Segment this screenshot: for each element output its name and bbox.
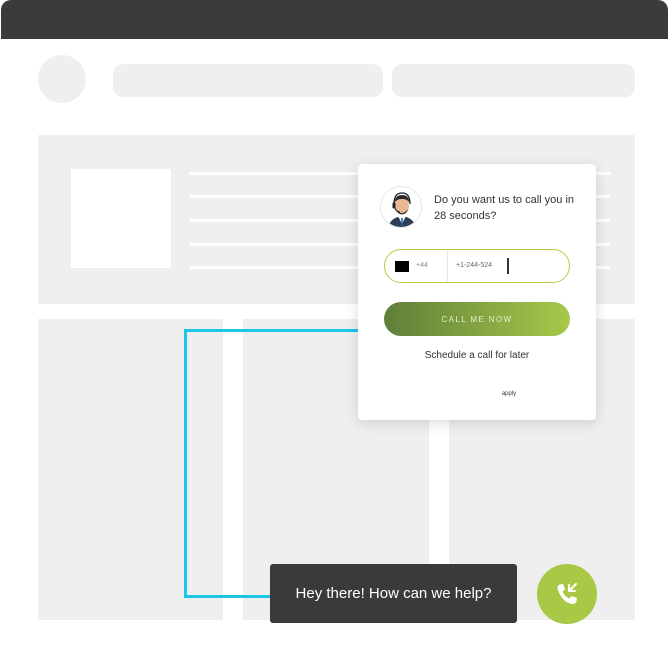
- phone-number-input[interactable]: +1-244-524: [456, 262, 492, 269]
- image-placeholder: [71, 169, 171, 268]
- apply-footer-text: apply: [501, 391, 517, 397]
- callback-question: Do you want us to call you in 28 seconds…: [434, 194, 575, 222]
- browser-mockup: Do you want us to call you in 28 seconds…: [0, 0, 669, 657]
- browser-title-bar: [1, 0, 668, 39]
- connector-line: [184, 329, 364, 598]
- search-placeholder-bar: [392, 64, 635, 97]
- chat-greeting-text: Hey there! How can we help?: [295, 585, 492, 602]
- country-code[interactable]: +44: [416, 262, 428, 269]
- call-me-now-button[interactable]: CALL ME NOW: [384, 302, 570, 336]
- phone-call-icon: [557, 583, 577, 604]
- avatar-placeholder: [38, 55, 86, 103]
- call-widget-button[interactable]: [537, 564, 597, 624]
- flag-icon[interactable]: [395, 261, 409, 272]
- text-cursor: [507, 258, 509, 274]
- header-placeholder-bar: [113, 64, 383, 97]
- phone-number-field[interactable]: +44 +1-244-524: [384, 249, 570, 283]
- callback-popup: Do you want us to call you in 28 seconds…: [358, 164, 596, 420]
- schedule-call-link[interactable]: Schedule a call for later: [358, 350, 596, 361]
- chat-greeting-bubble[interactable]: Hey there! How can we help?: [270, 564, 517, 623]
- agent-avatar-icon: [380, 186, 422, 228]
- field-divider: [447, 250, 448, 282]
